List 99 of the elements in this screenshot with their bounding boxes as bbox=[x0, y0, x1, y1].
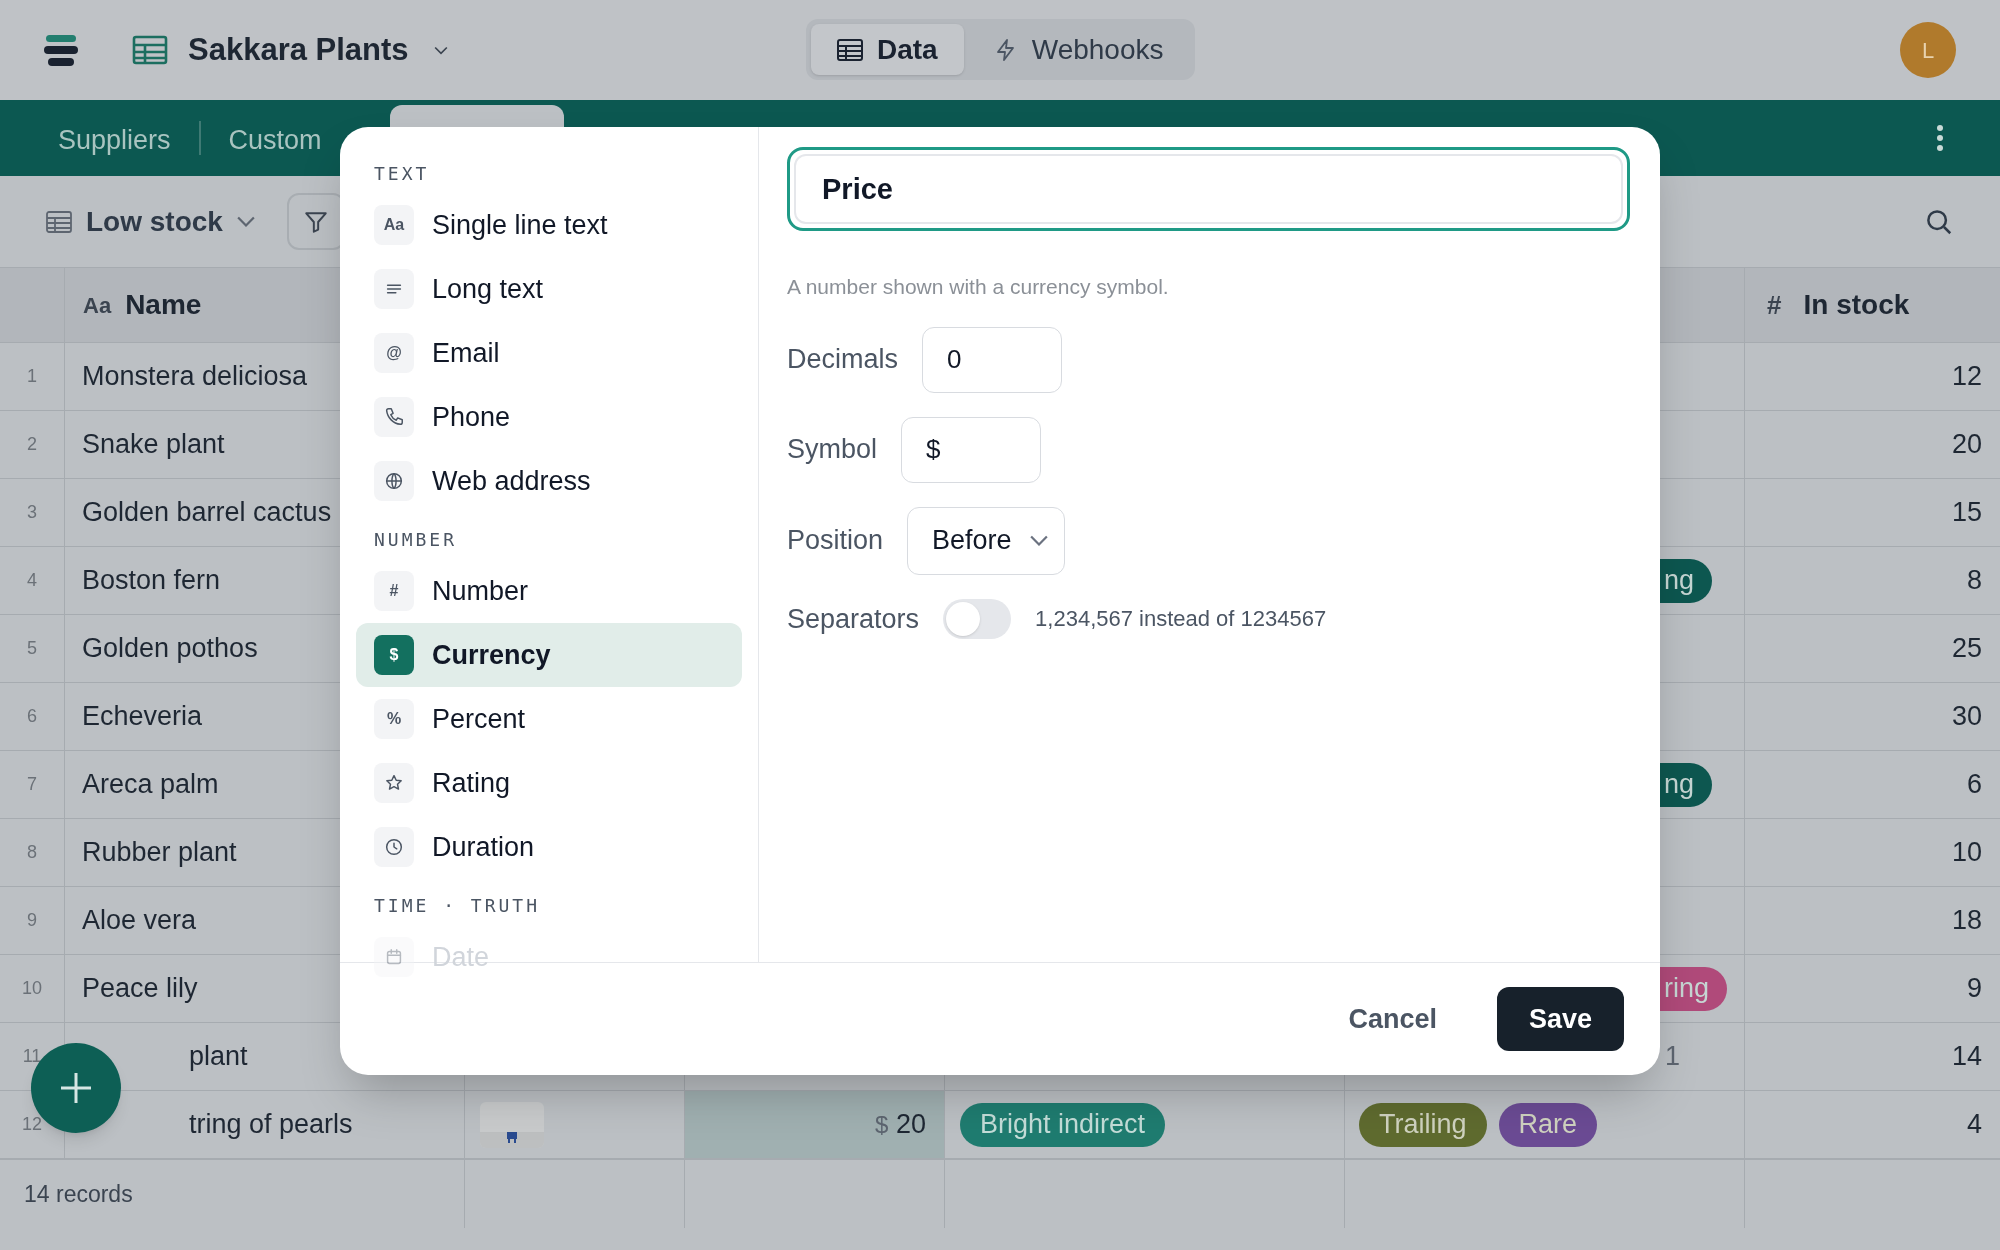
field-type-option[interactable]: Duration bbox=[356, 815, 742, 879]
stock-value: 9 bbox=[1966, 972, 1982, 1006]
separators-toggle[interactable] bbox=[943, 598, 1012, 639]
save-button[interactable]: Save bbox=[1496, 987, 1624, 1051]
price-value: $ 20 bbox=[875, 1108, 926, 1142]
field-type-option[interactable]: $ Currency bbox=[356, 623, 742, 687]
habit-tag: Rare bbox=[1498, 1102, 1598, 1147]
field-type-option[interactable]: Web address bbox=[356, 449, 742, 513]
field-type-option[interactable]: Phone bbox=[356, 385, 742, 449]
section-heading: TEXT bbox=[373, 161, 431, 186]
field-name-input[interactable]: Price bbox=[787, 147, 1630, 231]
stock-value: 20 bbox=[1951, 428, 1982, 462]
table-icon bbox=[132, 35, 168, 65]
table-cell-text: Aloe vera bbox=[82, 904, 197, 938]
mode-tab[interactable]: Webhooks bbox=[967, 24, 1190, 75]
field-description: A number shown with a currency symbol. bbox=[787, 274, 1170, 300]
field-type-option[interactable]: Rating bbox=[356, 751, 742, 815]
more-options-icon[interactable] bbox=[1936, 124, 1944, 152]
column-type-mark: Aa bbox=[83, 291, 112, 320]
cancel-button[interactable]: Cancel bbox=[1328, 987, 1457, 1051]
stock-value: 12 bbox=[1951, 360, 1982, 394]
chevron-down-icon bbox=[1029, 535, 1048, 546]
stock-value: 10 bbox=[1951, 836, 1982, 870]
view-selector[interactable]: Low stock bbox=[46, 200, 255, 243]
type-badge: Aa bbox=[374, 205, 414, 245]
setting-label: Separators bbox=[787, 602, 920, 636]
row-number: 9 bbox=[27, 909, 37, 932]
row-number: 3 bbox=[27, 501, 37, 524]
row-number: 4 bbox=[27, 569, 37, 592]
setting-label: Decimals bbox=[787, 343, 899, 377]
type-badge: % bbox=[374, 699, 414, 739]
type-badge: @ bbox=[374, 333, 414, 373]
stock-value: 6 bbox=[1966, 768, 1982, 802]
table-cell-text: Areca palm bbox=[82, 768, 219, 802]
table-icon bbox=[46, 210, 72, 233]
table-cell-text: tring of pearls bbox=[189, 1108, 353, 1142]
setting-label: Symbol bbox=[787, 433, 878, 467]
record-count: 14 records bbox=[24, 1179, 133, 1209]
column-header[interactable]: Name bbox=[125, 284, 202, 326]
table-cell-text: Peace lily bbox=[82, 972, 198, 1006]
row-number: 12 bbox=[22, 1113, 42, 1136]
row-number: 11 bbox=[22, 1045, 42, 1068]
table-tab[interactable]: Suppliers bbox=[30, 105, 199, 176]
section-heading: TIME · TRUTH bbox=[373, 893, 542, 918]
field-type-option[interactable]: % Percent bbox=[356, 687, 742, 751]
lines-icon bbox=[374, 269, 414, 309]
row-number: 7 bbox=[27, 773, 37, 796]
stock-value: 14 bbox=[1951, 1040, 1982, 1074]
section-heading: NUMBER bbox=[373, 527, 459, 552]
clock-icon bbox=[374, 827, 414, 867]
table-cell-text: Rubber plant bbox=[82, 836, 237, 870]
field-type-option[interactable]: # Number bbox=[356, 559, 742, 623]
setting-label: Position bbox=[787, 524, 884, 558]
stock-value: 15 bbox=[1951, 496, 1982, 530]
setting-input[interactable]: $ bbox=[901, 416, 1042, 483]
field-type-option[interactable]: @ Email bbox=[356, 321, 742, 385]
field-type-option[interactable]: Aa Single line text bbox=[356, 193, 742, 257]
stock-value: 8 bbox=[1966, 564, 1982, 598]
row-number: 6 bbox=[27, 705, 37, 728]
table-cell-text: Golden barrel cactus bbox=[82, 496, 332, 530]
type-badge: # bbox=[374, 571, 414, 611]
stock-value: 4 bbox=[1966, 1108, 1982, 1142]
row-number: 2 bbox=[27, 433, 37, 456]
toggle-hint: 1,234,567 instead of 1234567 bbox=[1035, 605, 1327, 634]
table-cell-text: Echeveria bbox=[82, 700, 203, 734]
table-cell-text: Monstera deliciosa bbox=[82, 360, 308, 394]
field-type-option[interactable]: Long text bbox=[356, 257, 742, 321]
light-tag: Bright indirect bbox=[960, 1102, 1166, 1147]
table-cell-text: Boston fern bbox=[82, 564, 221, 598]
table-icon bbox=[837, 38, 863, 61]
chevron-down-icon bbox=[236, 216, 255, 227]
position-select[interactable]: Before bbox=[907, 506, 1065, 575]
column-header[interactable]: In stock bbox=[1803, 284, 1910, 326]
stock-value: 30 bbox=[1951, 700, 1982, 734]
row-number: 8 bbox=[27, 841, 37, 864]
calendar-icon bbox=[374, 937, 414, 977]
habit-tag: Trailing bbox=[1359, 1102, 1487, 1147]
column-type-mark: # bbox=[1767, 288, 1782, 322]
base-title[interactable]: Sakkara Plants bbox=[188, 26, 409, 74]
app-logo-icon[interactable] bbox=[44, 34, 78, 66]
type-badge: $ bbox=[374, 635, 414, 675]
row-number: 10 bbox=[22, 977, 42, 1000]
table-cell-text: 1 bbox=[1665, 1040, 1681, 1074]
row-number: 1 bbox=[27, 365, 37, 388]
globe-icon bbox=[374, 461, 414, 501]
stock-value: 25 bbox=[1951, 632, 1982, 666]
table-cell-text: plant bbox=[189, 1040, 248, 1074]
plus-icon bbox=[59, 1071, 93, 1105]
mode-tab[interactable]: Data bbox=[811, 24, 964, 75]
table-cell-text: Golden pothos bbox=[82, 632, 258, 666]
tag: ng bbox=[1660, 762, 1713, 807]
tag: ng bbox=[1660, 558, 1713, 603]
table-tab[interactable]: Custom bbox=[200, 105, 350, 176]
setting-input[interactable]: 0 bbox=[922, 326, 1063, 393]
tag: ring bbox=[1660, 966, 1728, 1011]
stock-value: 18 bbox=[1951, 904, 1982, 938]
phone-icon bbox=[374, 397, 414, 437]
table-cell-text: Snake plant bbox=[82, 428, 225, 462]
row-number: 5 bbox=[27, 637, 37, 660]
